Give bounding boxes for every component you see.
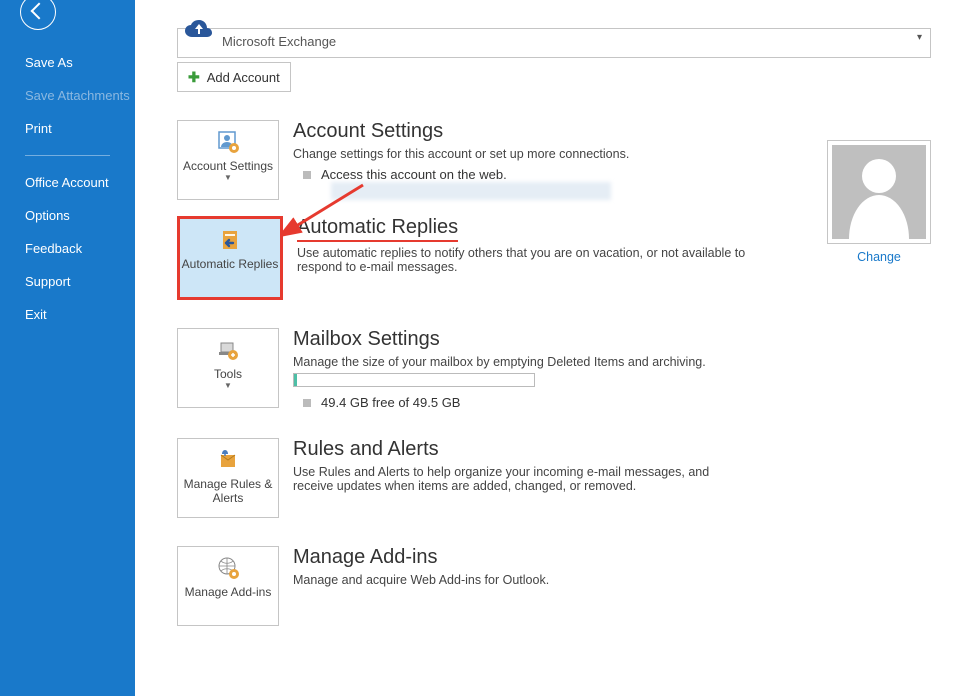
chevron-down-icon: ▾ — [917, 32, 922, 43]
rules-alerts-desc: Use Rules and Alerts to help organize yo… — [293, 465, 743, 493]
mailbox-quota-text: 49.4 GB free of 49.5 GB — [321, 395, 460, 410]
rules-alerts-icon — [178, 445, 278, 475]
main-panel: Microsoft Exchange ▾ ✚ Add Account Accou… — [135, 0, 961, 696]
sidebar-separator — [25, 155, 110, 156]
tools-tile[interactable]: Tools ▼ — [177, 328, 279, 408]
back-button[interactable] — [20, 0, 56, 30]
account-dropdown[interactable]: Microsoft Exchange ▾ — [177, 28, 931, 58]
tile-label: Account Settings — [178, 159, 278, 173]
sidebar-office-account[interactable]: Office Account — [0, 166, 135, 199]
manage-addins-desc: Manage and acquire Web Add-ins for Outlo… — [293, 573, 549, 587]
folder-reply-icon — [180, 225, 280, 255]
redacted-url — [331, 182, 611, 200]
automatic-replies-tile[interactable]: Automatic Replies — [177, 216, 283, 300]
sidebar-save-attachments: Save Attachments — [0, 79, 135, 112]
tile-label: Automatic Replies — [180, 257, 280, 271]
bullet-square-icon — [303, 399, 311, 407]
tile-label: Tools — [178, 367, 278, 381]
tile-label: Manage Add-ins — [178, 585, 278, 599]
account-settings-desc: Change settings for this account or set … — [293, 147, 629, 161]
globe-gear-icon — [178, 553, 278, 583]
automatic-replies-desc: Use automatic replies to notify others t… — [297, 246, 747, 274]
person-gear-icon — [178, 127, 278, 157]
mailbox-quota-bar — [293, 373, 535, 387]
chevron-down-icon: ▼ — [178, 381, 278, 390]
mailbox-settings-desc: Manage the size of your mailbox by empty… — [293, 355, 706, 369]
mailbox-settings-heading: Mailbox Settings — [293, 328, 706, 351]
manage-addins-tile[interactable]: Manage Add-ins — [177, 546, 279, 626]
sidebar-options[interactable]: Options — [0, 199, 135, 232]
chevron-down-icon: ▼ — [178, 173, 278, 182]
rules-alerts-heading: Rules and Alerts — [293, 438, 743, 461]
account-settings-heading: Account Settings — [293, 120, 629, 143]
bullet-square-icon — [303, 171, 311, 179]
sidebar-support[interactable]: Support — [0, 265, 135, 298]
cloud-sync-icon — [182, 19, 216, 48]
sidebar-save-as[interactable]: Save As — [0, 46, 135, 79]
account-service-label: Microsoft Exchange — [222, 34, 336, 49]
tools-icon — [178, 335, 278, 365]
sidebar-exit[interactable]: Exit — [0, 298, 135, 331]
add-account-label: Add Account — [207, 70, 280, 85]
manage-addins-heading: Manage Add-ins — [293, 546, 549, 569]
sidebar-feedback[interactable]: Feedback — [0, 232, 135, 265]
add-account-button[interactable]: ✚ Add Account — [177, 62, 291, 92]
backstage-sidebar: Save As Save Attachments Print Office Ac… — [0, 0, 135, 696]
tile-label: Manage Rules & Alerts — [178, 477, 278, 505]
access-web-link[interactable]: Access this account on the web. — [321, 167, 507, 182]
automatic-replies-heading: Automatic Replies — [297, 216, 747, 242]
plus-icon: ✚ — [188, 69, 200, 86]
account-settings-tile[interactable]: Account Settings ▼ — [177, 120, 279, 200]
manage-rules-tile[interactable]: Manage Rules & Alerts — [177, 438, 279, 518]
sidebar-print[interactable]: Print — [0, 112, 135, 145]
